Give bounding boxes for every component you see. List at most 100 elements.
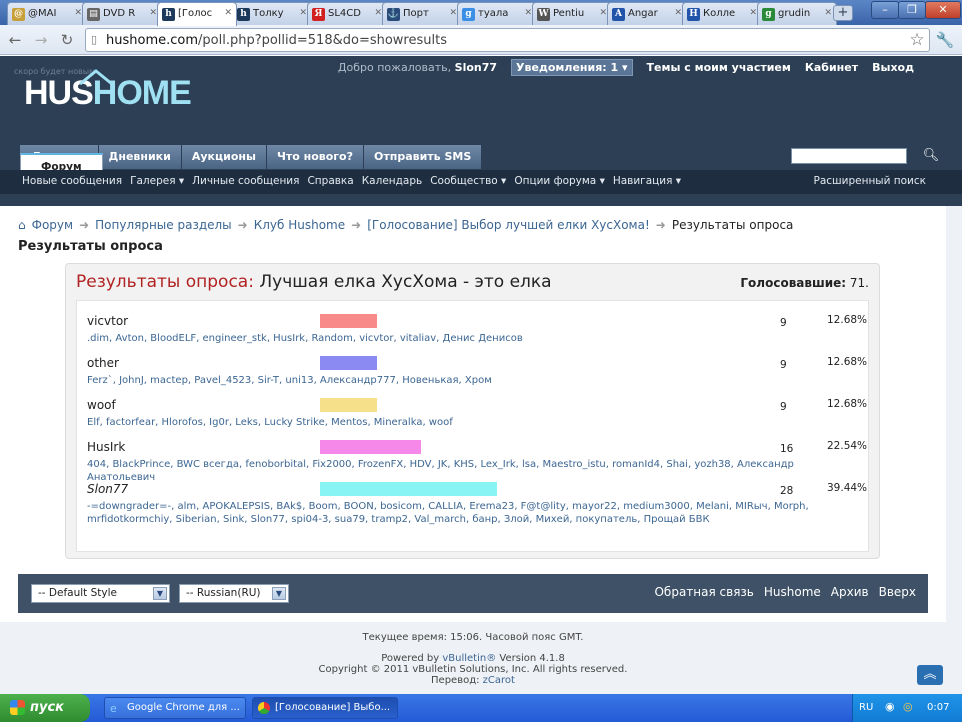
tab-close-icon[interactable]: ✕ bbox=[524, 8, 532, 18]
nav-tab-auctions[interactable]: Аукционы bbox=[181, 145, 267, 169]
back-icon[interactable]: ← bbox=[4, 30, 26, 50]
maximize-icon[interactable]: ❐ bbox=[898, 1, 926, 19]
tab-close-icon[interactable]: ✕ bbox=[299, 8, 307, 18]
scrollbar[interactable] bbox=[946, 206, 962, 694]
top-link-cabinet[interactable]: Кабинет bbox=[805, 61, 858, 74]
breadcrumb-forum[interactable]: Форум bbox=[32, 218, 73, 232]
subnav-gallery[interactable]: Галерея ▾ bbox=[130, 175, 184, 187]
browser-tab[interactable]: g туала ✕ bbox=[457, 2, 537, 25]
poll-options: vicvtor 9 12.68% .dim, Avton, BloodELF, eng… bbox=[76, 300, 869, 552]
subnav-help[interactable]: Справка bbox=[307, 175, 353, 187]
browser-tab[interactable]: Я SL4CD ✕ bbox=[307, 2, 387, 25]
home-icon[interactable]: ⌂ bbox=[18, 218, 26, 232]
poll-option-percent: 12.68% bbox=[827, 314, 868, 326]
tab-close-icon[interactable]: ✕ bbox=[149, 8, 157, 18]
browser-tab[interactable]: g grudin ✕ bbox=[757, 2, 837, 25]
antivirus-icon[interactable]: ◎ bbox=[903, 700, 913, 713]
task-chrome-window[interactable]: Google Chrome для ... bbox=[104, 697, 246, 719]
subnav-community[interactable]: Сообщество ▾ bbox=[430, 175, 506, 187]
nav-tab-whats-new[interactable]: Что нового? bbox=[266, 145, 364, 169]
scroll-to-top-icon[interactable]: ︽ bbox=[917, 665, 943, 685]
minimize-icon[interactable]: – bbox=[871, 1, 899, 19]
forum-footer: -- Default Style ▼ -- Russian(RU) ▼ Обратн… bbox=[18, 574, 928, 613]
browser-tab[interactable]: ⚓ Порт ✕ bbox=[382, 2, 462, 25]
nav-tab-send-sms[interactable]: Отправить SMS bbox=[364, 145, 483, 169]
browser-tab[interactable]: h Толку ✕ bbox=[232, 2, 312, 25]
breadcrumb-club[interactable]: Клуб Hushome bbox=[254, 218, 345, 232]
wrench-icon[interactable]: 🔧 bbox=[934, 30, 956, 50]
address-bar[interactable]: ▯ hushome.com/poll.php?pollid=518&do=sho… bbox=[85, 28, 930, 52]
nav-tab-diaries[interactable]: Дневники bbox=[98, 145, 182, 169]
subnav-navigation[interactable]: Навигация ▾ bbox=[613, 175, 681, 187]
windows-logo-icon bbox=[10, 700, 25, 715]
house-roof-icon bbox=[79, 69, 113, 85]
breadcrumb-thread[interactable]: [Голосование] Выбор лучшей елки ХусХома! bbox=[367, 218, 650, 232]
tab-favicon-icon: @ bbox=[12, 8, 25, 21]
footer-top-link[interactable]: Вверх bbox=[879, 585, 916, 599]
task-poll-window[interactable]: [Голосование] Выбо... bbox=[252, 697, 398, 719]
powered-by: Powered by vBulletin® Version 4.1.8 bbox=[381, 653, 565, 664]
browser-tab[interactable]: A Angar ✕ bbox=[607, 2, 687, 25]
new-tab-button[interactable]: + bbox=[833, 5, 853, 21]
style-select[interactable]: -- Default Style ▼ bbox=[31, 584, 170, 603]
tab-close-icon[interactable]: ✕ bbox=[449, 8, 457, 18]
tab-close-icon[interactable]: ✕ bbox=[224, 8, 232, 18]
browser-tab[interactable]: W Pentiu ✕ bbox=[532, 2, 612, 25]
subnav-private-messages[interactable]: Личные сообщения bbox=[192, 175, 299, 187]
browser-tab[interactable]: ▤ DVD R ✕ bbox=[82, 2, 162, 25]
subnav-calendar[interactable]: Календарь bbox=[362, 175, 422, 187]
tab-close-icon[interactable]: ✕ bbox=[599, 8, 607, 18]
poll-results-box: Результаты опроса: Лучшая елка ХусХома -… bbox=[65, 263, 880, 559]
tab-close-icon[interactable]: ✕ bbox=[374, 8, 382, 18]
tab-label: Angar bbox=[628, 8, 658, 19]
star-icon[interactable]: ☆ bbox=[906, 30, 928, 50]
page-content: ⌂ Форум ➜ Популярные разделы ➜ Клуб Hush… bbox=[0, 206, 946, 622]
network-icon[interactable]: ◉ bbox=[885, 700, 895, 713]
tab-label: туала bbox=[478, 8, 509, 19]
browser-tab[interactable]: @ @MAI ✕ bbox=[7, 2, 87, 25]
forward-icon[interactable]: → bbox=[30, 30, 52, 50]
language-select[interactable]: -- Russian(RU) ▼ bbox=[179, 584, 289, 603]
advanced-search-link[interactable]: Расширенный поиск bbox=[813, 175, 926, 187]
vbulletin-link[interactable]: vBulletin® bbox=[442, 653, 496, 664]
tab-favicon-icon: h bbox=[162, 8, 175, 21]
poll-option-voters[interactable]: .dim, Avton, BloodELF, engineer_stk, Hus… bbox=[87, 332, 523, 345]
tab-label: grudin bbox=[778, 8, 811, 19]
subnav-forum-options[interactable]: Опции форума ▾ bbox=[514, 175, 605, 187]
search-input[interactable] bbox=[791, 148, 907, 164]
footer-feedback-link[interactable]: Обратная связь bbox=[654, 585, 753, 599]
footer-hushome-link[interactable]: Hushome bbox=[764, 585, 821, 599]
reload-icon[interactable]: ↻ bbox=[56, 30, 78, 50]
copyright-area: Текущее время: 15:06. Часовой пояс GMT. … bbox=[0, 622, 946, 694]
tab-label: Толку bbox=[253, 8, 284, 19]
search-icon[interactable]: 🔍︎ bbox=[922, 147, 940, 165]
footer-archive-link[interactable]: Архив bbox=[831, 585, 869, 599]
browser-tab[interactable]: h [Голос ✕ bbox=[157, 2, 237, 26]
username-link[interactable]: Slon77 bbox=[455, 61, 497, 74]
tab-close-icon[interactable]: ✕ bbox=[674, 8, 682, 18]
poll-option-voters[interactable]: -=downgrader=-, alm, APOKALEPSIS, BAk$, … bbox=[87, 500, 862, 526]
url-host: hushome.com bbox=[106, 33, 199, 48]
translator-link[interactable]: zCarot bbox=[483, 675, 515, 686]
tab-close-icon[interactable]: ✕ bbox=[824, 8, 832, 18]
tab-label: @MAI bbox=[28, 8, 57, 19]
notifications-button[interactable]: Уведомления: 1 ▾ bbox=[511, 58, 633, 76]
poll-option-row: woof 9 12.68% Elf, factorfear, Hlorofos, Ig… bbox=[87, 391, 867, 433]
language-indicator[interactable]: RU bbox=[859, 702, 873, 713]
poll-option-row: Slon77 28 39.44% -=downgrader=-, alm, APOKA… bbox=[87, 475, 867, 525]
poll-option-voters[interactable]: Elf, factorfear, Hlorofos, Ig0r, Leks, L… bbox=[87, 416, 453, 429]
page-title: Результаты опроса bbox=[18, 239, 163, 254]
poll-option-count: 9 bbox=[780, 401, 787, 413]
close-window-icon[interactable]: ✕ bbox=[925, 1, 961, 19]
poll-option-voters[interactable]: Ferz`, JohnJ, mactep, Pavel_4523, Sir-T,… bbox=[87, 374, 492, 387]
breadcrumb-popular[interactable]: Популярные разделы bbox=[95, 218, 232, 232]
top-link-subscriptions[interactable]: Темы с моим участием bbox=[647, 61, 791, 74]
current-time: Текущее время: 15:06. Часовой пояс GMT. bbox=[362, 632, 584, 643]
browser-tab[interactable]: H Колле ✕ bbox=[682, 2, 762, 25]
tab-close-icon[interactable]: ✕ bbox=[74, 8, 82, 18]
browser-tabstrip: @ @MAI ✕ ▤ DVD R ✕ h [Голос ✕ h Толку ✕ Я SL4CD ✕ ⚓ Порт… bbox=[0, 0, 962, 26]
subnav-new-posts[interactable]: Новые сообщения bbox=[22, 175, 122, 187]
url-path: /poll.php?pollid=518&do=showresults bbox=[198, 33, 447, 48]
tab-close-icon[interactable]: ✕ bbox=[749, 8, 757, 18]
top-link-logout[interactable]: Выход bbox=[872, 61, 914, 74]
